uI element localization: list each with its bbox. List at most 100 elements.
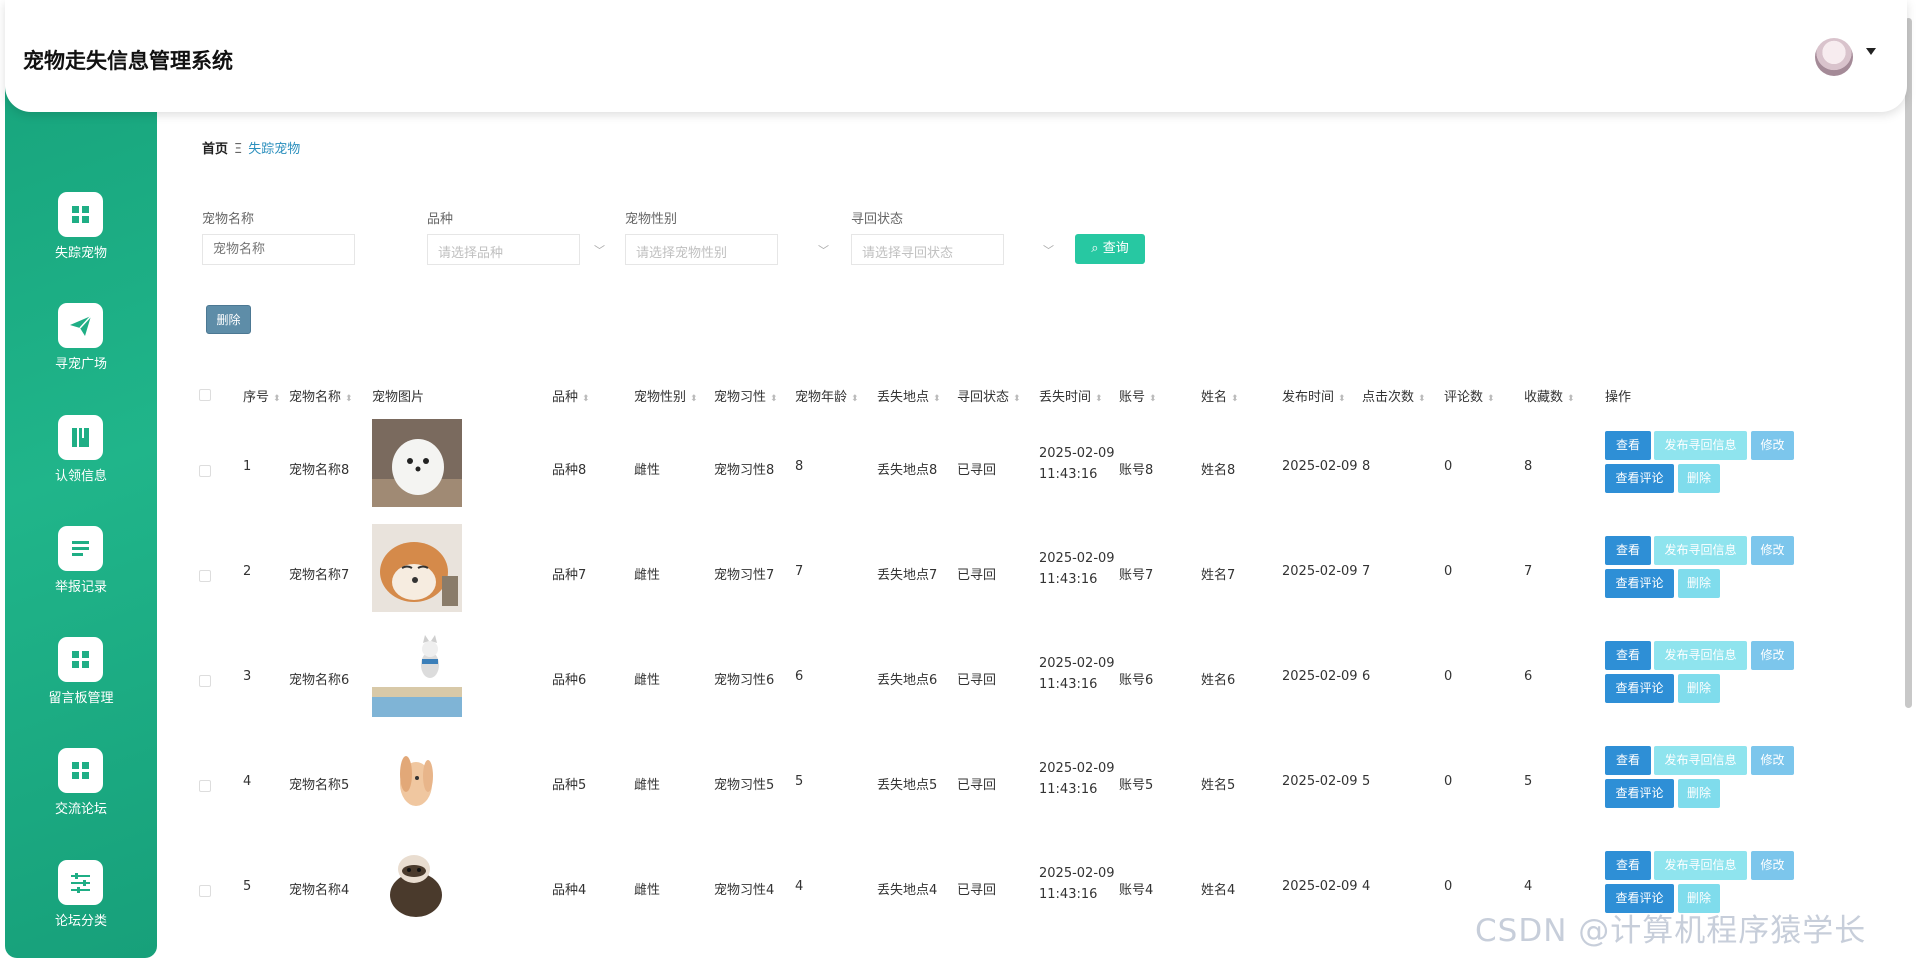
sort-icon[interactable]: ⬍ bbox=[1567, 394, 1575, 404]
edit-button[interactable]: 修改 bbox=[1751, 851, 1794, 880]
edit-button[interactable]: 修改 bbox=[1751, 746, 1794, 775]
breed-select[interactable]: 请选择品种 bbox=[427, 234, 580, 265]
column-header[interactable]: 序号 ⬍ bbox=[243, 386, 281, 405]
sort-icon[interactable]: ⬍ bbox=[1231, 394, 1239, 404]
column-header[interactable]: 寻回状态 ⬍ bbox=[957, 386, 1021, 405]
sort-icon[interactable]: ⬍ bbox=[345, 394, 353, 404]
cell-status: 已寻回 bbox=[957, 568, 997, 583]
cell-gender: 雌性 bbox=[634, 778, 661, 793]
cell-name: 宠物名称7 bbox=[289, 568, 350, 583]
sort-icon[interactable]: ⬍ bbox=[582, 394, 590, 404]
publish-found-button[interactable]: 发布寻回信息 bbox=[1654, 851, 1747, 880]
publish-found-button[interactable]: 发布寻回信息 bbox=[1654, 536, 1747, 565]
sort-icon[interactable]: ⬍ bbox=[1418, 394, 1426, 404]
chevron-down-icon: ﹀ bbox=[818, 244, 829, 257]
delete-button[interactable]: 删除 bbox=[1678, 569, 1720, 598]
paper-plane-icon bbox=[58, 303, 103, 348]
lost-date: 2025-02-09 bbox=[1039, 446, 1115, 461]
view-button[interactable]: 查看 bbox=[1605, 746, 1651, 775]
sidebar-item-missing-pets[interactable]: 失踪宠物 bbox=[5, 192, 157, 272]
column-header[interactable]: 宠物性别 ⬍ bbox=[634, 386, 698, 405]
query-button[interactable]: ⌕ 查询 bbox=[1075, 234, 1145, 264]
cell-habit: 宠物习性6 bbox=[714, 673, 775, 688]
watermark-text: CSDN @计算机程序猿学长 bbox=[1475, 913, 1867, 949]
column-header[interactable]: 姓名 ⬍ bbox=[1201, 386, 1239, 405]
sort-icon[interactable]: ⬍ bbox=[933, 394, 941, 404]
sort-icon[interactable]: ⬍ bbox=[273, 394, 281, 404]
delete-button[interactable]: 删除 bbox=[1678, 779, 1720, 808]
sort-icon[interactable]: ⬍ bbox=[1149, 394, 1157, 404]
caret-down-icon[interactable] bbox=[1866, 48, 1876, 55]
column-header[interactable]: 宠物年龄 ⬍ bbox=[795, 386, 859, 405]
row-checkbox[interactable] bbox=[199, 780, 211, 792]
edit-button[interactable]: 修改 bbox=[1751, 431, 1794, 460]
cell-no: 4 bbox=[243, 774, 252, 789]
row-checkbox[interactable] bbox=[199, 885, 211, 897]
sidebar-item-label: 举报记录 bbox=[54, 580, 107, 595]
view-comments-button[interactable]: 查看评论 bbox=[1605, 464, 1674, 493]
view-button[interactable]: 查看 bbox=[1605, 851, 1651, 880]
cell-no: 1 bbox=[243, 459, 252, 474]
sort-icon[interactable]: ⬍ bbox=[1095, 394, 1103, 404]
sort-icon[interactable]: ⬍ bbox=[1013, 394, 1021, 404]
cell-comments: 0 bbox=[1444, 459, 1453, 474]
batch-delete-button[interactable]: 删除 bbox=[206, 305, 251, 334]
sidebar-item-pet-square[interactable]: 寻宠广场 bbox=[5, 303, 157, 383]
row-checkbox[interactable] bbox=[199, 465, 211, 477]
row-checkbox[interactable] bbox=[199, 570, 211, 582]
scrollbar[interactable] bbox=[1905, 18, 1912, 708]
sidebar-item-report-records[interactable]: 举报记录 bbox=[5, 526, 157, 606]
sort-icon[interactable]: ⬍ bbox=[690, 394, 698, 404]
sort-icon[interactable]: ⬍ bbox=[1487, 394, 1495, 404]
lost-clock: 11:43:16 bbox=[1039, 572, 1098, 587]
column-header-label: 宠物图片 bbox=[372, 390, 425, 405]
delete-button[interactable]: 删除 bbox=[1678, 464, 1720, 493]
sidebar-item-message-board[interactable]: 留言板管理 bbox=[5, 637, 157, 717]
column-header-label: 账号 bbox=[1119, 390, 1146, 405]
column-header[interactable]: 发布时间 ⬍ bbox=[1282, 386, 1346, 405]
sidebar-item-forum[interactable]: 交流论坛 bbox=[5, 748, 157, 828]
cell-publish: 2025-02-09 bbox=[1282, 459, 1358, 474]
cell-habit: 宠物习性5 bbox=[714, 778, 775, 793]
publish-found-button[interactable]: 发布寻回信息 bbox=[1654, 641, 1747, 670]
view-comments-button[interactable]: 查看评论 bbox=[1605, 779, 1674, 808]
column-header: 宠物图片 bbox=[372, 386, 424, 405]
view-button[interactable]: 查看 bbox=[1605, 641, 1651, 670]
column-header[interactable]: 丢失地点 ⬍ bbox=[877, 386, 941, 405]
grid-icon bbox=[58, 637, 103, 682]
column-header[interactable]: 品种 ⬍ bbox=[552, 386, 590, 405]
publish-found-button[interactable]: 发布寻回信息 bbox=[1654, 431, 1747, 460]
sort-icon[interactable]: ⬍ bbox=[1338, 394, 1346, 404]
column-header[interactable]: 点击次数 ⬍ bbox=[1362, 386, 1426, 405]
edit-button[interactable]: 修改 bbox=[1751, 641, 1794, 670]
cell-age: 5 bbox=[795, 774, 804, 789]
view-button[interactable]: 查看 bbox=[1605, 431, 1651, 460]
column-header[interactable]: 账号 ⬍ bbox=[1119, 386, 1157, 405]
column-header[interactable]: 丢失时间 ⬍ bbox=[1039, 386, 1103, 405]
pet-name-input[interactable] bbox=[202, 234, 355, 265]
publish-found-button[interactable]: 发布寻回信息 bbox=[1654, 746, 1747, 775]
view-button[interactable]: 查看 bbox=[1605, 536, 1651, 565]
breadcrumb-home[interactable]: 首页 bbox=[202, 142, 228, 157]
column-header-label: 评论数 bbox=[1444, 390, 1484, 405]
select-all-checkbox[interactable] bbox=[199, 389, 211, 401]
sidebar-item-forum-category[interactable]: 论坛分类 bbox=[5, 860, 157, 940]
view-comments-button[interactable]: 查看评论 bbox=[1605, 569, 1674, 598]
view-comments-button[interactable]: 查看评论 bbox=[1605, 674, 1674, 703]
pet-photo bbox=[372, 524, 462, 612]
sort-icon[interactable]: ⬍ bbox=[770, 394, 778, 404]
column-header[interactable]: 宠物习性 ⬍ bbox=[714, 386, 778, 405]
avatar[interactable] bbox=[1815, 38, 1853, 76]
sidebar-item-claim-info[interactable]: 认领信息 bbox=[5, 415, 157, 495]
delete-button[interactable]: 删除 bbox=[1678, 674, 1720, 703]
column-header[interactable]: 收藏数 ⬍ bbox=[1524, 386, 1575, 405]
status-select[interactable]: 请选择寻回状态 bbox=[851, 234, 1004, 265]
edit-button[interactable]: 修改 bbox=[1751, 536, 1794, 565]
cell-clicks: 5 bbox=[1362, 774, 1371, 789]
column-header[interactable]: 评论数 ⬍ bbox=[1444, 386, 1495, 405]
cell-name: 宠物名称8 bbox=[289, 463, 350, 478]
row-checkbox[interactable] bbox=[199, 675, 211, 687]
sort-icon[interactable]: ⬍ bbox=[851, 394, 859, 404]
gender-select[interactable]: 请选择宠物性别 bbox=[625, 234, 778, 265]
column-header[interactable]: 宠物名称 ⬍ bbox=[289, 386, 353, 405]
